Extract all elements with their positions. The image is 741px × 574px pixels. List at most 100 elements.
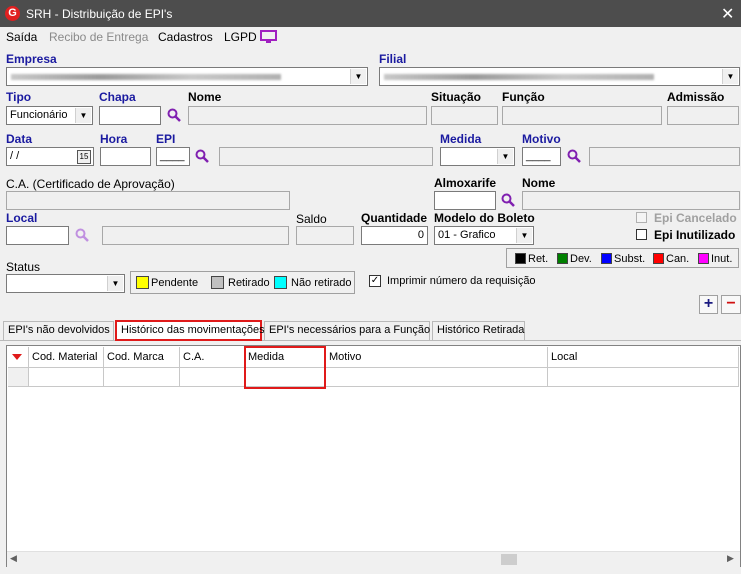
grid-cell[interactable] xyxy=(29,368,104,387)
status-label: Status xyxy=(6,260,41,274)
menu-cadastros[interactable]: Cadastros xyxy=(158,30,213,44)
chevron-down-icon[interactable]: ▼ xyxy=(350,69,366,84)
epi-label: EPI xyxy=(156,132,176,146)
empresa-label: Empresa xyxy=(6,52,57,66)
chapa-label: Chapa xyxy=(99,90,136,104)
almoxarife-input[interactable] xyxy=(434,191,496,210)
filial-select[interactable]: ▼ xyxy=(379,67,740,86)
chevron-down-icon[interactable]: ▼ xyxy=(75,108,91,123)
data-value: / / xyxy=(10,150,20,162)
funcao-field xyxy=(502,106,662,125)
data-input[interactable]: / / 15 xyxy=(6,147,94,166)
grid-cell[interactable] xyxy=(548,368,739,387)
calendar-icon[interactable]: 15 xyxy=(77,150,91,164)
almoxarife-label: Almoxarife xyxy=(434,176,497,190)
grid-header-cod-marca[interactable]: Cod. Marca xyxy=(104,347,180,368)
motivo-input[interactable]: ____ xyxy=(522,147,561,166)
data-label: Data xyxy=(6,132,33,146)
menu-recibo-entrega[interactable]: Recibo de Entrega xyxy=(49,30,148,44)
imprimir-checkbox[interactable]: ✓ xyxy=(369,275,381,287)
scroll-right-icon[interactable]: ▶ xyxy=(727,553,734,564)
tab-epis-nao-devolvidos[interactable]: EPI's não devolvidos xyxy=(3,321,114,340)
color-legend: Ret. Dev. Subst. Can. Inut. xyxy=(506,248,739,268)
quantidade-input[interactable]: 0 xyxy=(361,226,428,245)
menu-lgpd[interactable]: LGPD xyxy=(224,30,257,44)
scrollbar-thumb[interactable] xyxy=(501,554,517,565)
medida-label: Medida xyxy=(440,132,482,146)
legend-pendente-label: Pendente xyxy=(151,277,199,289)
grid-header-medida[interactable]: Medida xyxy=(245,347,326,368)
menu-saida[interactable]: Saída xyxy=(6,30,37,44)
situacao-label: Situação xyxy=(431,90,482,104)
chapa-input[interactable] xyxy=(99,106,161,125)
ca-field xyxy=(6,191,290,210)
legend-nao-retirado-label: Não retirado xyxy=(291,277,352,289)
epi-cancelado-checkbox[interactable] xyxy=(636,212,647,223)
grid-header-motivo[interactable]: Motivo xyxy=(326,347,548,368)
grid-cell[interactable] xyxy=(180,368,245,387)
grid-cell[interactable] xyxy=(326,368,548,387)
hora-input[interactable] xyxy=(100,147,151,166)
epi-value: ____ xyxy=(160,150,185,162)
chevron-down-icon[interactable]: ▼ xyxy=(497,149,513,164)
funcao-label: Função xyxy=(502,90,545,104)
admissao-label: Admissão xyxy=(667,90,725,104)
legend-subst-swatch xyxy=(601,253,612,264)
tab-epis-necessarios-funcao[interactable]: EPI's necessários para a Função xyxy=(264,321,430,340)
quantidade-label: Quantidade xyxy=(361,211,428,225)
tipo-select[interactable]: Funcionário ▼ xyxy=(6,106,93,125)
tab-historico-movimentacoes[interactable]: Histórico das movimentações xyxy=(115,320,265,341)
quantidade-value: 0 xyxy=(417,229,424,241)
motivo-description-field xyxy=(589,147,740,166)
almoxarife-nome-field xyxy=(522,191,740,210)
search-icon[interactable] xyxy=(501,193,515,207)
remove-button[interactable]: − xyxy=(721,295,741,314)
tab-strip-line xyxy=(0,340,741,341)
situacao-field xyxy=(431,106,498,125)
chevron-down-icon[interactable]: ▼ xyxy=(722,69,738,84)
epi-cancelado-label: Epi Cancelado xyxy=(654,211,737,225)
close-icon[interactable]: ✕ xyxy=(721,4,734,24)
status-select[interactable]: ▼ xyxy=(6,274,125,293)
motivo-label: Motivo xyxy=(522,132,561,146)
modelo-boleto-label: Modelo do Boleto xyxy=(434,211,535,225)
search-icon[interactable] xyxy=(75,228,89,242)
grid-cell[interactable] xyxy=(245,368,326,387)
legend-inut-swatch xyxy=(698,253,709,264)
search-icon[interactable] xyxy=(567,149,581,163)
legend-subst-label: Subst. xyxy=(614,253,646,265)
legend-nao-retirado-swatch xyxy=(274,276,287,289)
search-icon[interactable] xyxy=(167,108,181,122)
grid-header-local[interactable]: Local xyxy=(548,347,739,368)
ca-label: C.A. (Certificado de Aprovação) xyxy=(6,177,175,191)
epi-inutilizado-label: Epi Inutilizado xyxy=(654,228,736,242)
grid-corner[interactable] xyxy=(8,347,29,368)
legend-can-swatch xyxy=(653,253,664,264)
sort-arrow-icon xyxy=(12,354,22,360)
nome-label: Nome xyxy=(188,90,222,104)
grid-row-indicator[interactable] xyxy=(8,368,29,387)
chevron-down-icon[interactable]: ▼ xyxy=(516,228,532,243)
local-input[interactable] xyxy=(6,226,69,245)
modelo-boleto-select[interactable]: 01 - Grafico ▼ xyxy=(434,226,534,245)
monitor-icon[interactable] xyxy=(260,30,278,44)
hora-label: Hora xyxy=(100,132,128,146)
grid-cell[interactable] xyxy=(104,368,180,387)
scroll-left-icon[interactable]: ◀ xyxy=(10,553,17,564)
tab-historico-retirada[interactable]: Histórico Retirada xyxy=(432,321,525,340)
epi-description-field xyxy=(219,147,433,166)
search-icon[interactable] xyxy=(195,149,209,163)
saldo-field xyxy=(296,226,354,245)
epi-inutilizado-checkbox[interactable] xyxy=(636,229,647,240)
horizontal-scrollbar[interactable]: ◀ ▶ xyxy=(7,551,740,567)
medida-select[interactable]: ▼ xyxy=(440,147,515,166)
add-button[interactable]: + xyxy=(699,295,718,314)
local-label: Local xyxy=(6,211,38,225)
empresa-select[interactable]: ▼ xyxy=(6,67,368,86)
grid-header-ca[interactable]: C.A. xyxy=(180,347,245,368)
epi-input[interactable]: ____ xyxy=(156,147,190,166)
chevron-down-icon[interactable]: ▼ xyxy=(107,276,123,291)
grid-header-cod-material[interactable]: Cod. Material xyxy=(29,347,104,368)
legend-can-label: Can. xyxy=(666,253,690,265)
legend-dev-label: Dev. xyxy=(570,253,592,265)
